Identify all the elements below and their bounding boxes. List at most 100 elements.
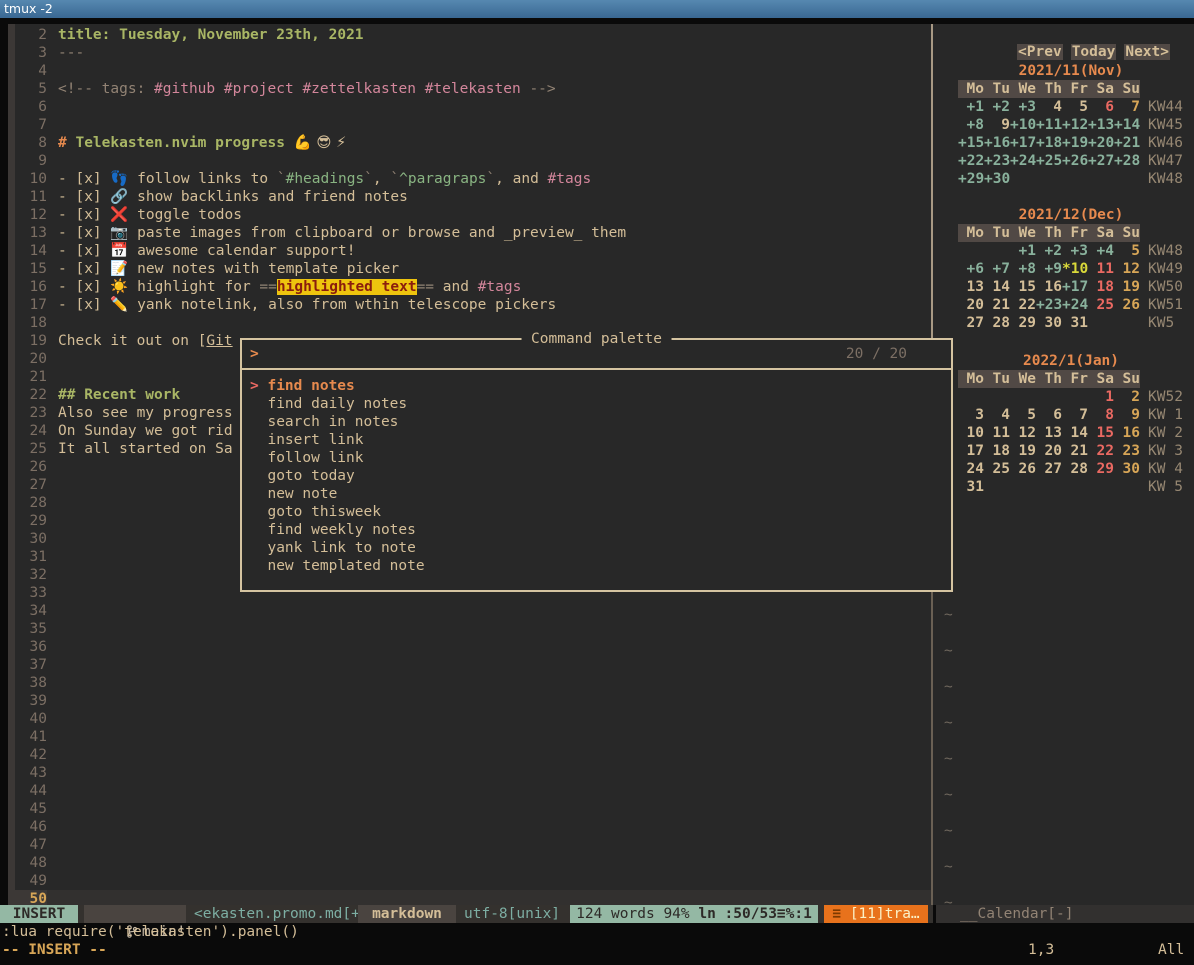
editor-line-13[interactable]: 13- [x] 📷 paste images from clipboard or… bbox=[15, 224, 931, 242]
calendar-day-10[interactable]: 10 bbox=[958, 424, 984, 442]
calendar-day-19[interactable]: +19 bbox=[1062, 134, 1088, 152]
editor-line-40[interactable]: 40 bbox=[15, 710, 931, 728]
calendar-day-1[interactable]: 1 bbox=[1088, 388, 1114, 406]
palette-item-goto-thisweek[interactable]: goto thisweek bbox=[242, 503, 951, 521]
calendar-day-27[interactable]: +27 bbox=[1088, 152, 1114, 170]
editor-line-37[interactable]: 37 bbox=[15, 656, 931, 674]
calendar-day-18[interactable]: 18 bbox=[984, 442, 1010, 460]
calendar-day-25[interactable]: +25 bbox=[1036, 152, 1062, 170]
calendar-day-29[interactable]: 29 bbox=[1088, 460, 1114, 478]
command-line[interactable]: :lua require('telekasten').panel() bbox=[2, 923, 299, 941]
calendar-window[interactable]: <PrevTodayNext> 2021/11(Nov)MoTuWeThFrSa… bbox=[936, 24, 1194, 905]
editor-line-15[interactable]: 15- [x] 📝 new notes with template picker bbox=[15, 260, 931, 278]
calendar-day-11[interactable]: 11 bbox=[1088, 260, 1114, 278]
calendar-day-27[interactable]: 27 bbox=[958, 314, 984, 332]
palette-item-search-in-notes[interactable]: search in notes bbox=[242, 413, 951, 431]
editor-line-10[interactable]: 10- [x] 👣 follow links to `#headings`, `… bbox=[15, 170, 931, 188]
calendar-day-26[interactable]: 26 bbox=[1010, 460, 1036, 478]
calendar-day-13[interactable]: +13 bbox=[1088, 116, 1114, 134]
calendar-day-10[interactable]: +10 bbox=[1010, 116, 1036, 134]
editor-line-12[interactable]: 12- [x] ❌ toggle todos bbox=[15, 206, 931, 224]
calendar-next-button[interactable]: Next> bbox=[1124, 44, 1170, 60]
calendar-day-24[interactable]: +24 bbox=[1062, 296, 1088, 314]
palette-item-new-templated-note[interactable]: new templated note bbox=[242, 557, 951, 575]
palette-item-follow-link[interactable]: follow link bbox=[242, 449, 951, 467]
calendar-day-17[interactable]: 17 bbox=[958, 442, 984, 460]
calendar-day-22[interactable]: +22 bbox=[958, 152, 984, 170]
calendar-day-16[interactable]: 16 bbox=[1036, 278, 1062, 296]
calendar-prev-button[interactable]: <Prev bbox=[1017, 44, 1063, 60]
calendar-day-30[interactable]: +30 bbox=[984, 170, 1010, 188]
editor-line-9[interactable]: 9 bbox=[15, 152, 931, 170]
calendar-day-18[interactable]: 18 bbox=[1088, 278, 1114, 296]
calendar-day-22[interactable]: 22 bbox=[1088, 442, 1114, 460]
calendar-day-31[interactable]: 31 bbox=[1062, 314, 1088, 332]
calendar-day-3[interactable]: 3 bbox=[958, 406, 984, 424]
calendar-day-13[interactable]: 13 bbox=[1036, 424, 1062, 442]
calendar-day-21[interactable]: +21 bbox=[1114, 134, 1140, 152]
calendar-day-2[interactable]: +2 bbox=[1036, 242, 1062, 260]
editor-line-17[interactable]: 17- [x] ✏️ yank notelink, also from wthi… bbox=[15, 296, 931, 314]
editor-line-49[interactable]: 49 bbox=[15, 872, 931, 890]
editor-line-47[interactable]: 47 bbox=[15, 836, 931, 854]
calendar-day-19[interactable]: 19 bbox=[1010, 442, 1036, 460]
palette-item-new-note[interactable]: new note bbox=[242, 485, 951, 503]
calendar-day-29[interactable]: 29 bbox=[1010, 314, 1036, 332]
calendar-day-5[interactable]: 5 bbox=[1114, 242, 1140, 260]
editor-line-43[interactable]: 43 bbox=[15, 764, 931, 782]
editor-line-8[interactable]: 8# Telekasten.nvim progress 💪 😎 ⚡ bbox=[15, 134, 931, 152]
editor-line-11[interactable]: 11- [x] 🔗 show backlinks and friend note… bbox=[15, 188, 931, 206]
calendar-day-15[interactable]: 15 bbox=[1088, 424, 1114, 442]
calendar-day-9[interactable]: 9 bbox=[1114, 406, 1140, 424]
calendar-day-23[interactable]: 23 bbox=[1114, 442, 1140, 460]
calendar-day-23[interactable]: +23 bbox=[1036, 296, 1062, 314]
calendar-day-28[interactable]: 28 bbox=[1062, 460, 1088, 478]
calendar-day-1[interactable]: +1 bbox=[958, 98, 984, 116]
calendar-day-6[interactable]: +6 bbox=[958, 260, 984, 278]
palette-item-insert-link[interactable]: insert link bbox=[242, 431, 951, 449]
calendar-day-22[interactable]: 22 bbox=[1010, 296, 1036, 314]
editor-line-35[interactable]: 35 bbox=[15, 620, 931, 638]
calendar-day-21[interactable]: 21 bbox=[984, 296, 1010, 314]
calendar-day-1[interactable]: +1 bbox=[1010, 242, 1036, 260]
calendar-day-12[interactable]: +12 bbox=[1062, 116, 1088, 134]
calendar-day-14[interactable]: +14 bbox=[1114, 116, 1140, 134]
calendar-day-29[interactable]: +29 bbox=[958, 170, 984, 188]
statusline-buffer-tab[interactable]: ≡ [11]tra… bbox=[824, 905, 928, 923]
calendar-day-19[interactable]: 19 bbox=[1114, 278, 1140, 296]
palette-item-find-notes[interactable]: > find notes bbox=[242, 377, 951, 395]
calendar-day-4[interactable]: 4 bbox=[984, 406, 1010, 424]
calendar-day-6[interactable]: 6 bbox=[1036, 406, 1062, 424]
calendar-day-27[interactable]: 27 bbox=[1036, 460, 1062, 478]
editor-line-7[interactable]: 7 bbox=[15, 116, 931, 134]
calendar-day-2[interactable]: 2 bbox=[1114, 388, 1140, 406]
calendar-day-25[interactable]: 25 bbox=[1088, 296, 1114, 314]
calendar-day-30[interactable]: 30 bbox=[1036, 314, 1062, 332]
editor-line-48[interactable]: 48 bbox=[15, 854, 931, 872]
calendar-day-26[interactable]: +26 bbox=[1062, 152, 1088, 170]
editor-line-2[interactable]: 2title: Tuesday, November 23th, 2021 bbox=[15, 26, 931, 44]
editor-line-50[interactable]: 50 bbox=[15, 890, 931, 905]
window-split-separator-bottom[interactable] bbox=[931, 592, 933, 905]
editor-line-6[interactable]: 6 bbox=[15, 98, 931, 116]
calendar-day-23[interactable]: +23 bbox=[984, 152, 1010, 170]
calendar-day-8[interactable]: 8 bbox=[1088, 406, 1114, 424]
palette-item-find-daily-notes[interactable]: find daily notes bbox=[242, 395, 951, 413]
calendar-day-26[interactable]: 26 bbox=[1114, 296, 1140, 314]
editor-line-16[interactable]: 16- [x] ☀️ highlight for ==highlighted t… bbox=[15, 278, 931, 296]
calendar-day-24[interactable]: +24 bbox=[1010, 152, 1036, 170]
editor-line-34[interactable]: 34 bbox=[15, 602, 931, 620]
calendar-day-4[interactable]: 4 bbox=[1036, 98, 1062, 116]
calendar-day-31[interactable]: 31 bbox=[958, 478, 984, 496]
calendar-day-28[interactable]: 28 bbox=[984, 314, 1010, 332]
calendar-day-21[interactable]: 21 bbox=[1062, 442, 1088, 460]
calendar-day-11[interactable]: 11 bbox=[984, 424, 1010, 442]
editor-line-41[interactable]: 41 bbox=[15, 728, 931, 746]
calendar-day-7[interactable]: 7 bbox=[1114, 98, 1140, 116]
calendar-day-4[interactable]: +4 bbox=[1088, 242, 1114, 260]
calendar-day-2[interactable]: +2 bbox=[984, 98, 1010, 116]
calendar-day-15[interactable]: 15 bbox=[1010, 278, 1036, 296]
calendar-day-16[interactable]: +16 bbox=[984, 134, 1010, 152]
calendar-day-17[interactable]: +17 bbox=[1010, 134, 1036, 152]
calendar-day-15[interactable]: +15 bbox=[958, 134, 984, 152]
